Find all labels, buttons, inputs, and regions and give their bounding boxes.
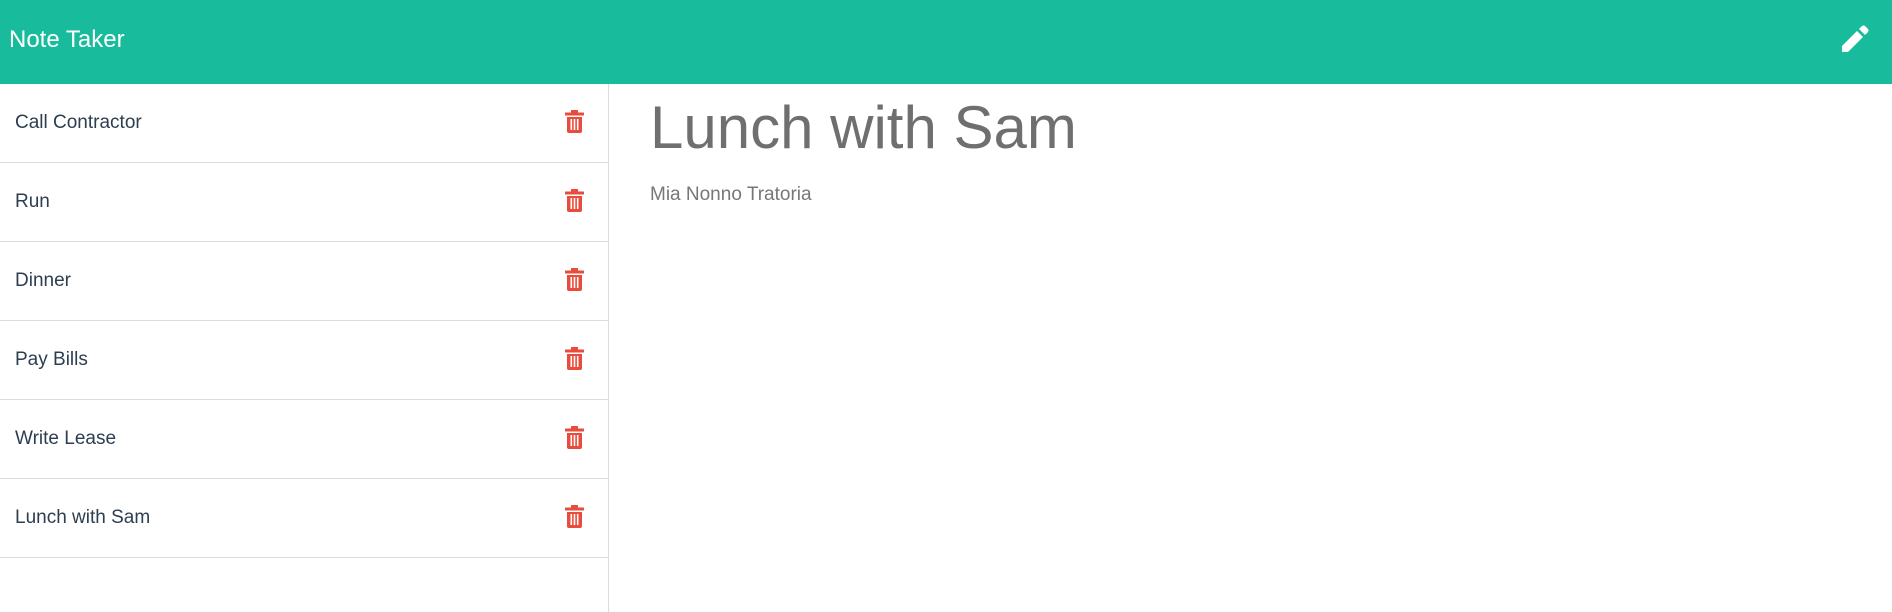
trash-icon (564, 346, 584, 370)
note-detail: Lunch with Sam Mia Nonno Tratoria (650, 84, 1850, 612)
trash-icon (564, 267, 584, 291)
new-note-button[interactable] (1834, 20, 1874, 60)
note-list-sidebar: Call Contractor Run Dinner Pay Bills Wri… (0, 84, 609, 612)
note-list-item-title: Run (15, 191, 50, 212)
note-text-field[interactable]: Mia Nonno Tratoria (650, 184, 812, 206)
note-list-item-call-contractor[interactable]: Call Contractor (0, 84, 608, 163)
note-list-item-title: Call Contractor (15, 112, 142, 133)
note-list-item-title: Lunch with Sam (15, 507, 151, 528)
note-list-item-pay-bills[interactable]: Pay Bills (0, 321, 608, 400)
delete-note-button[interactable] (563, 187, 585, 213)
note-list-item-title: Write Lease (15, 428, 117, 449)
note-list: Call Contractor Run Dinner Pay Bills Wri… (0, 84, 608, 558)
navbar: Note Taker (0, 0, 1892, 84)
note-list-item-lunch-with-sam[interactable]: Lunch with Sam (0, 479, 608, 558)
delete-note-button[interactable] (563, 503, 585, 529)
note-title-field[interactable]: Lunch with Sam (650, 98, 1077, 158)
delete-note-button[interactable] (563, 345, 585, 371)
delete-note-button[interactable] (563, 266, 585, 292)
trash-icon (564, 425, 584, 449)
note-list-item-write-lease[interactable]: Write Lease (0, 400, 608, 479)
pencil-icon (1842, 25, 1869, 52)
app-title[interactable]: Note Taker (9, 0, 125, 80)
trash-icon (564, 504, 584, 528)
note-list-item-title: Dinner (15, 270, 71, 291)
trash-icon (564, 109, 584, 133)
delete-note-button[interactable] (563, 108, 585, 134)
delete-note-button[interactable] (563, 424, 585, 450)
note-list-item-run[interactable]: Run (0, 163, 608, 242)
note-list-item-title: Pay Bills (15, 349, 88, 370)
note-list-item-dinner[interactable]: Dinner (0, 242, 608, 321)
trash-icon (564, 188, 584, 212)
